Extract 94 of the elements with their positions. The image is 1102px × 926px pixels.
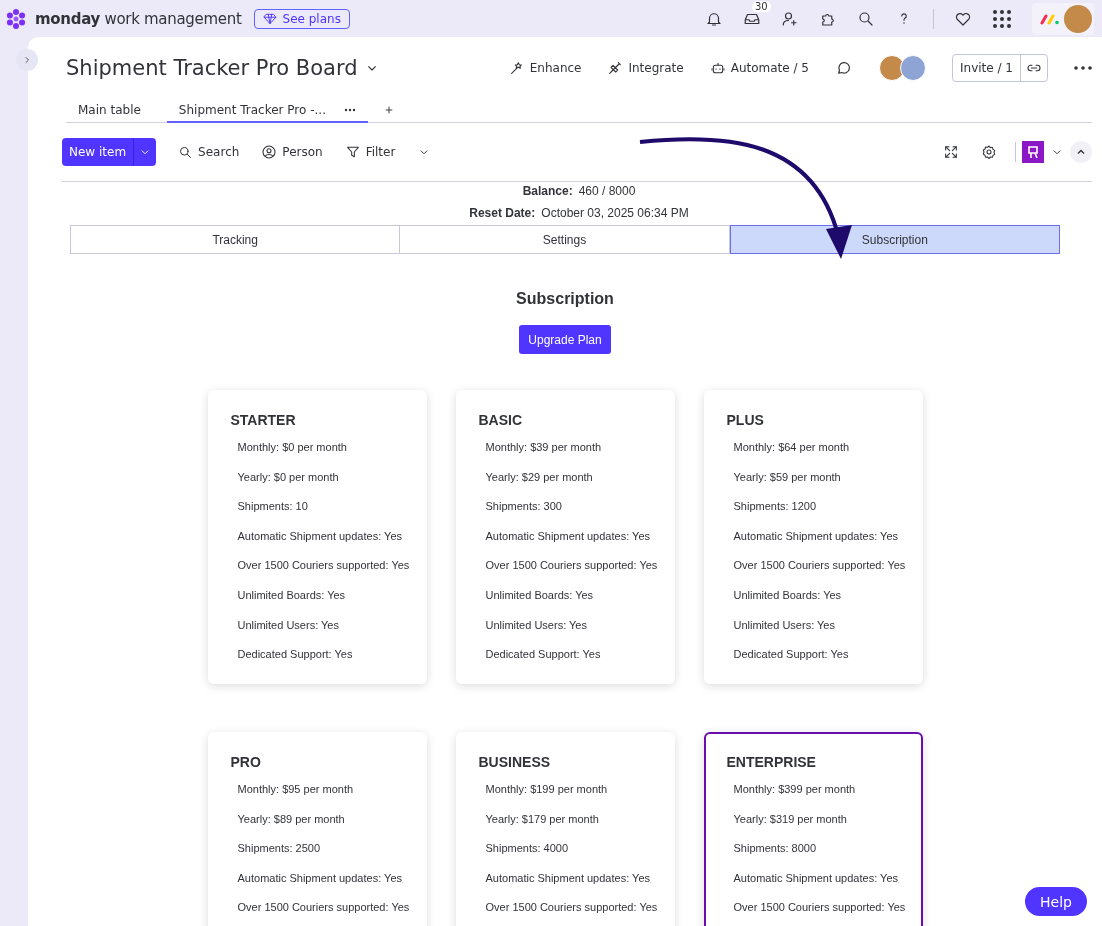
plan-feature: Automatic Shipment updates: Yes xyxy=(237,870,403,886)
integrate-button[interactable]: Integrate xyxy=(607,60,684,76)
enhance-button[interactable]: Enhance xyxy=(508,60,582,76)
plan-feature: Unlimited Users: Yes xyxy=(237,617,340,633)
plan-feature: Over 1500 Couriers supported: Yes xyxy=(237,900,411,916)
plan-feature: Dedicated Support: Yes xyxy=(237,647,354,663)
search-icon xyxy=(178,144,194,160)
plan-card[interactable]: BUSINESS Monthly: $199 per month Yearly: $179 per month Shipments: 4000 Automatic Shipment updates: Yes Over 1500 Couriers supported: Yes xyxy=(455,732,675,926)
plan-feature: Unlimited Users: Yes xyxy=(733,617,836,633)
robot-icon xyxy=(709,60,726,76)
plan-feature: Automatic Shipment updates: Yes xyxy=(237,528,403,544)
plan-feature: Automatic Shipment updates: Yes xyxy=(733,870,899,886)
section-heading: Subscription xyxy=(516,290,614,308)
plan-feature: Over 1500 Couriers supported: Yes xyxy=(485,558,659,574)
plan-feature: Dedicated Support: Yes xyxy=(733,647,850,663)
comment-icon[interactable] xyxy=(835,59,853,77)
plan-feature: Over 1500 Couriers supported: Yes xyxy=(485,900,659,916)
view-tab[interactable]: Main table xyxy=(66,98,153,123)
plan-feature: Over 1500 Couriers supported: Yes xyxy=(733,558,907,574)
plan-card[interactable]: PRO Monthly: $95 per month Yearly: $89 per month Shipments: 2500 Automatic Shipment updates: Yes Over 1500 Couriers supported: Yes xyxy=(207,732,427,926)
plan-feature: Dedicated Support: Yes xyxy=(485,647,602,663)
plan-feature: Unlimited Users: Yes xyxy=(485,617,588,633)
see-plans-button[interactable]: See plans xyxy=(253,8,350,29)
plan-feature: Monthly: $95 per month xyxy=(237,782,355,797)
product-name: monday work management xyxy=(35,9,242,28)
plan-feature: Automatic Shipment updates: Yes xyxy=(733,528,899,544)
plan-feature: Shipments: 4000 xyxy=(485,841,570,857)
section-tab[interactable]: Settings xyxy=(400,225,730,254)
upgrade-plan-button[interactable]: Upgrade Plan xyxy=(519,325,611,354)
person-filter-button[interactable]: Person xyxy=(261,144,323,160)
expand-icon[interactable] xyxy=(943,144,959,160)
colored-marks-logo-icon xyxy=(1040,12,1060,25)
plan-feature: Monthly: $64 per month xyxy=(733,440,851,455)
plan-feature: Over 1500 Couriers supported: Yes xyxy=(237,558,411,574)
plan-card[interactable]: BASIC Monthly: $39 per month Yearly: $29 per month Shipments: 300 Automatic Shipment updates: Yes Over 1500 Couriers supported: Yes Unlimited Boards: Yes Unlimited Users: Yes Dedicated Support: Yes xyxy=(455,390,675,684)
person-circle-icon xyxy=(261,144,278,160)
diamond-icon[interactable] xyxy=(262,11,277,26)
app-icon[interactable] xyxy=(1022,141,1044,163)
funnel-icon xyxy=(344,144,361,160)
field-label: Reset Date: xyxy=(469,206,536,220)
plan-card[interactable]: PLUS Monthly: $64 per month Yearly: $59 per month Shipments: 1200 Automatic Shipment updates: Yes Over 1500 Couriers supported: Yes Unlimited Boards: Yes Unlimited Users: Yes Dedicated Support: Yes xyxy=(703,390,923,684)
board-title: Shipment Tracker Pro Board xyxy=(66,56,358,80)
plan-feature: Yearly: $59 per month xyxy=(733,469,842,485)
user-avatar[interactable] xyxy=(1064,4,1092,33)
plan-name: ENTERPRISE xyxy=(726,754,817,770)
notification-count: 30 xyxy=(752,0,771,12)
plan-feature: Yearly: $29 per month xyxy=(485,469,594,485)
plan-feature: Monthly: $39 per month xyxy=(485,440,603,455)
plan-name: PRO xyxy=(230,754,262,770)
plan-feature: Automatic Shipment updates: Yes xyxy=(485,528,651,544)
plan-feature: Monthly: $0 per month xyxy=(237,440,348,455)
field-value: October 03, 2025 06:34 PM xyxy=(541,206,689,220)
plan-name: PLUS xyxy=(726,412,765,428)
member-avatar[interactable] xyxy=(879,55,905,81)
search-icon[interactable] xyxy=(857,9,875,28)
plan-feature: Unlimited Boards: Yes xyxy=(237,587,347,603)
plan-feature: Shipments: 1200 xyxy=(733,499,818,515)
more-icon[interactable] xyxy=(1074,66,1092,70)
unplug-icon xyxy=(607,60,624,76)
plan-feature: Monthly: $199 per month xyxy=(485,782,609,797)
plan-card[interactable]: ENTERPRISE Monthly: $399 per month Yearly: $319 per month Shipments: 8000 Automatic Shipment updates: Yes Over 1500 Couriers supported: Yes xyxy=(703,732,923,926)
automate-button[interactable]: Automate / 5 xyxy=(709,60,809,76)
collapse-button[interactable] xyxy=(1070,141,1092,163)
apps-grid-icon[interactable] xyxy=(992,8,1012,29)
magic-wand-icon xyxy=(508,60,525,76)
field-label: Balance: xyxy=(522,184,573,198)
plan-feature: Shipments: 300 xyxy=(485,499,563,515)
plan-feature: Unlimited Boards: Yes xyxy=(733,587,843,603)
plan-feature: Monthly: $399 per month xyxy=(733,782,857,797)
plan-feature: Shipments: 8000 xyxy=(733,841,818,857)
plan-feature: Automatic Shipment updates: Yes xyxy=(485,870,651,886)
plan-feature: Shipments: 10 xyxy=(237,499,309,515)
more-icon[interactable] xyxy=(343,107,356,112)
plan-card[interactable]: STARTER Monthly: $0 per month Yearly: $0 per month Shipments: 10 Automatic Shipment updates: Yes Over 1500 Couriers supported: Yes Unlimited Boards: Yes Unlimited Users: Yes Dedicated Support: Yes xyxy=(207,390,427,684)
search-button[interactable]: Search xyxy=(178,144,240,160)
filter-button[interactable]: Filter xyxy=(344,144,396,160)
view-tab[interactable]: Shipment Tracker Pro -... xyxy=(166,98,368,123)
section-tab[interactable]: Tracking xyxy=(70,225,401,254)
plan-name: STARTER xyxy=(230,412,297,428)
plan-feature: Over 1500 Couriers supported: Yes xyxy=(733,900,907,916)
plan-name: BUSINESS xyxy=(478,754,552,770)
plan-feature: Yearly: $0 per month xyxy=(237,469,340,485)
plan-feature: Yearly: $89 per month xyxy=(237,811,346,827)
plan-name: BASIC xyxy=(478,412,524,428)
add-person-icon[interactable] xyxy=(781,9,799,28)
plan-feature: Yearly: $179 per month xyxy=(485,811,600,827)
settings-icon[interactable] xyxy=(981,144,997,160)
help-button[interactable]: Help xyxy=(1025,887,1087,916)
section-tab[interactable]: Subscription xyxy=(729,225,1060,254)
flower-logo-icon xyxy=(5,7,27,30)
plan-feature: Shipments: 2500 xyxy=(237,841,322,857)
plan-feature: Yearly: $319 per month xyxy=(733,811,848,827)
field-value: 460 / 8000 xyxy=(578,184,636,198)
plan-feature: Unlimited Boards: Yes xyxy=(485,587,595,603)
